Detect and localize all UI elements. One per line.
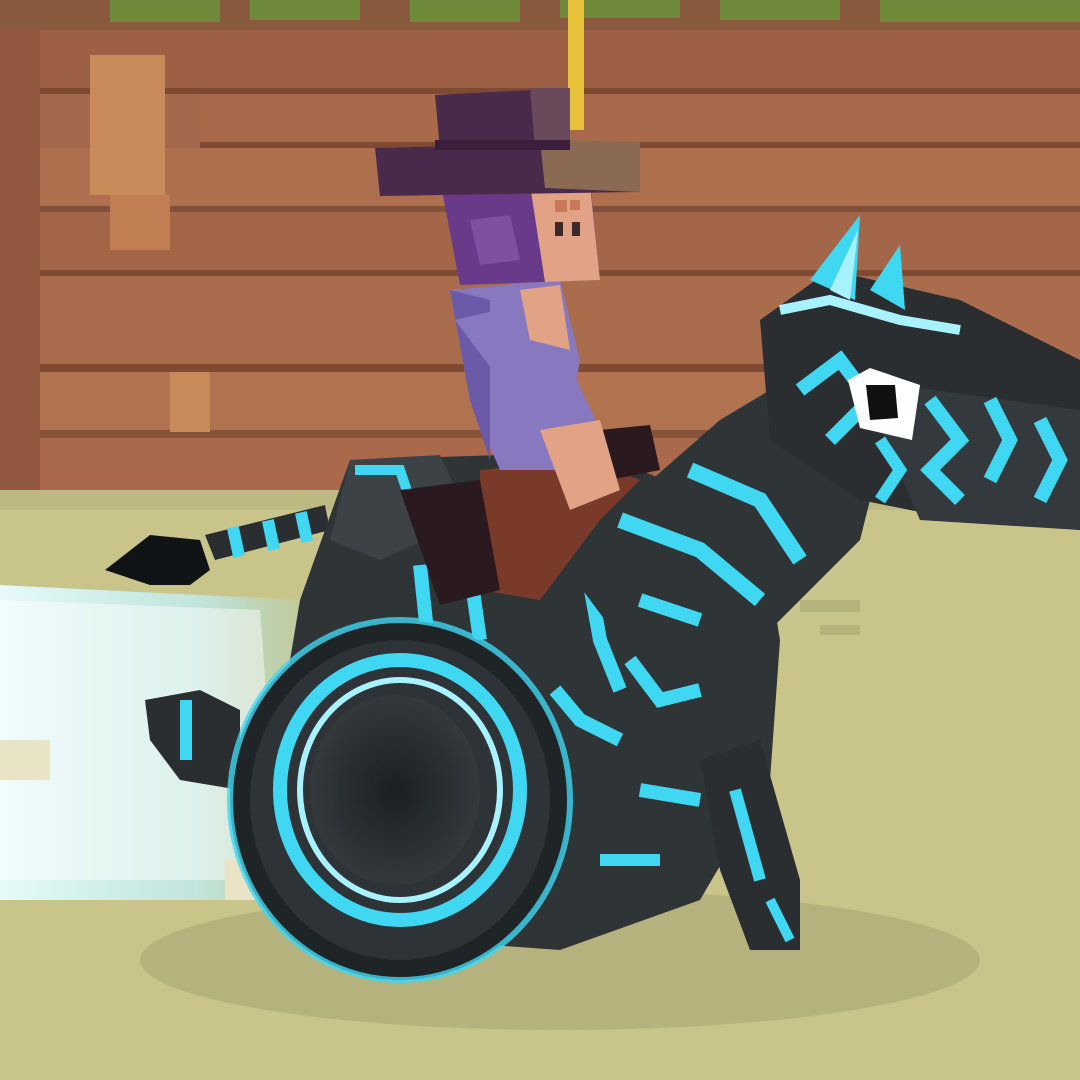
rope — [568, 0, 584, 130]
game-scene — [0, 0, 1080, 1080]
game-viewport[interactable] — [0, 0, 1080, 1080]
wheel-icon — [227, 617, 573, 983]
